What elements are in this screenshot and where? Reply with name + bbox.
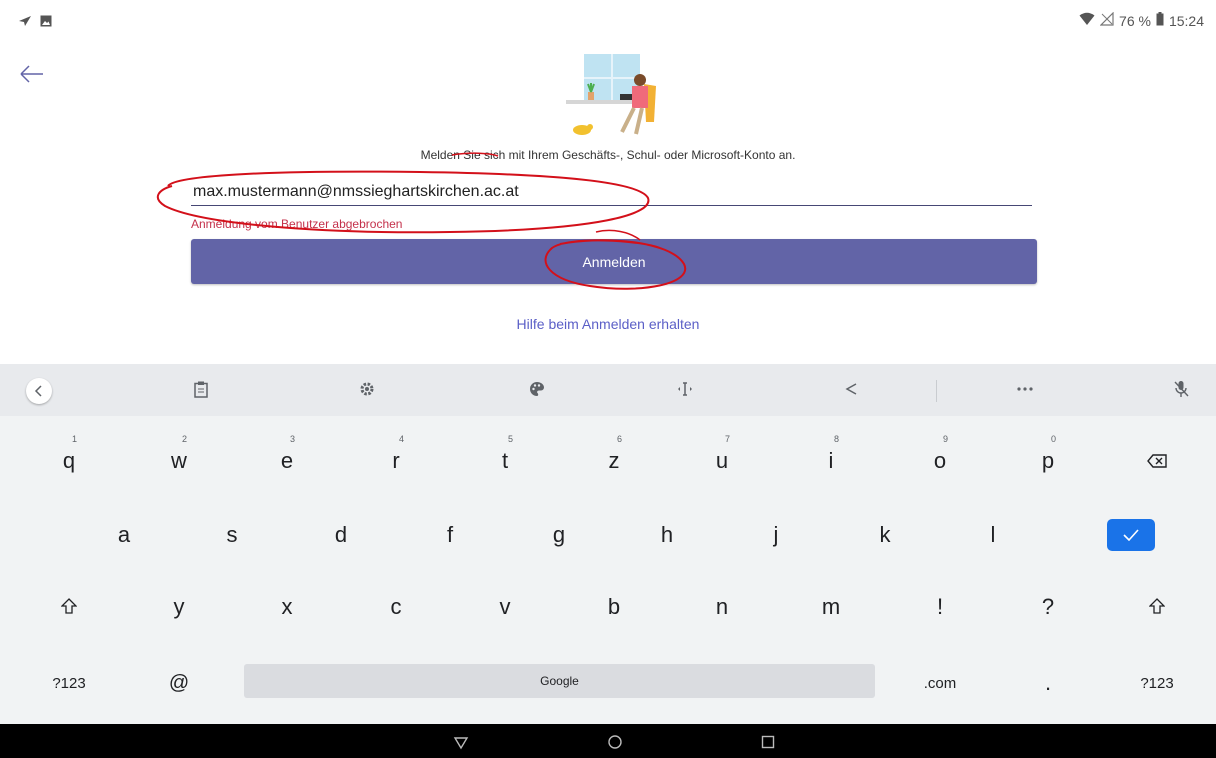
key-h[interactable]: h [612,502,722,568]
key-hint: 5 [508,434,514,444]
key-label: z [608,448,620,473]
battery-icon [1156,12,1164,29]
key-question[interactable]: ? [993,574,1103,640]
key-c[interactable]: c [341,574,451,640]
more-options-icon[interactable] [1014,378,1036,400]
signin-illustration [560,50,670,140]
backspace-icon [1147,448,1167,474]
key-shift-left[interactable] [14,574,124,640]
key-k[interactable]: k [830,502,940,568]
key-d[interactable]: d [286,502,396,568]
signal-icon [1099,11,1114,29]
email-field[interactable] [191,178,1032,206]
clipboard-icon[interactable] [190,378,212,400]
key-e[interactable]: e3 [232,428,342,494]
clock: 15:24 [1168,12,1204,29]
key-label: r [392,448,400,473]
key-g[interactable]: g [504,502,614,568]
key-label: p [1041,448,1055,473]
key-p[interactable]: p0 [993,428,1103,494]
key-symbols-right[interactable]: ?123 [1102,650,1212,716]
key-symbols-left[interactable]: ?123 [14,650,124,716]
toolbar-divider [936,380,937,402]
home-circle-icon[interactable] [606,733,624,751]
key-j[interactable]: j [721,502,831,568]
key-hint: 1 [72,434,78,444]
key-w[interactable]: w2 [124,428,234,494]
back-triangle-icon[interactable] [452,733,470,751]
signin-prompt: Melden Sie sich mit Ihrem Geschäfts-, Sc… [420,148,796,162]
key-s[interactable]: s [177,502,287,568]
key-hint: 8 [834,434,840,444]
key-at[interactable]: @ [124,650,234,716]
key-v[interactable]: v [450,574,560,640]
key-o[interactable]: o9 [885,428,995,494]
key-l[interactable]: l [938,502,1048,568]
key-label: t [501,448,509,473]
recents-square-icon[interactable] [759,733,777,751]
key-hint: 7 [725,434,731,444]
key-m[interactable]: m [776,574,886,640]
key-z[interactable]: z6 [559,428,669,494]
key-label: q [62,448,76,473]
key-x[interactable]: x [232,574,342,640]
settings-gear-icon[interactable] [356,378,378,400]
key-backspace[interactable] [1102,428,1212,494]
navigation-bar [0,724,1216,758]
key-t[interactable]: t5 [450,428,560,494]
collapse-icon[interactable] [26,378,52,404]
key-i[interactable]: i8 [776,428,886,494]
key-enter[interactable] [1076,502,1186,568]
status-bar: 76 % 15:24 [0,0,1216,40]
key-label: w [171,448,187,473]
key-shift-right[interactable] [1102,574,1212,640]
key-f[interactable]: f [395,502,505,568]
key-r[interactable]: r4 [341,428,451,494]
share-icon[interactable] [840,378,862,400]
mic-off-icon[interactable] [1170,378,1192,400]
key-space[interactable]: Google [244,664,875,698]
image-icon [40,14,52,32]
key-u[interactable]: u7 [667,428,777,494]
key-hint: 9 [943,434,949,444]
onscreen-keyboard: q1 w2 e3 r4 t5 z6 u7 i8 o9 p0 a s d f g … [0,364,1216,724]
key-b[interactable]: b [559,574,669,640]
key-a[interactable]: a [69,502,179,568]
key-label: o [933,448,947,473]
key-hint: 6 [617,434,623,444]
signin-help-link[interactable]: Hilfe beim Anmelden erhalten [0,316,1216,332]
key-hint: 4 [399,434,405,444]
key-exclamation[interactable]: ! [885,574,995,640]
error-message: Anmeldung vom Benutzer abgebrochen [191,217,403,231]
key-dotcom[interactable]: .com [885,650,995,716]
key-label: i [828,448,834,473]
checkmark-icon [1107,519,1155,551]
key-hint: 0 [1051,434,1057,444]
key-label: u [715,448,729,473]
key-n[interactable]: n [667,574,777,640]
wifi-icon [1079,12,1095,29]
key-label: e [280,448,294,473]
shift-icon [1148,594,1166,620]
keyboard-toolbar [0,364,1216,416]
battery-percent: 76 % [1119,12,1151,29]
text-cursor-icon[interactable] [674,378,696,400]
key-hint: 3 [290,434,296,444]
key-q[interactable]: q1 [14,428,124,494]
back-arrow-icon[interactable] [18,62,46,86]
navigation-icon [18,14,32,32]
signin-button[interactable]: Anmelden [191,239,1037,284]
key-period[interactable]: . [993,650,1103,716]
palette-icon[interactable] [526,378,548,400]
key-y[interactable]: y [124,574,234,640]
shift-icon [60,594,78,620]
key-hint: 2 [182,434,188,444]
